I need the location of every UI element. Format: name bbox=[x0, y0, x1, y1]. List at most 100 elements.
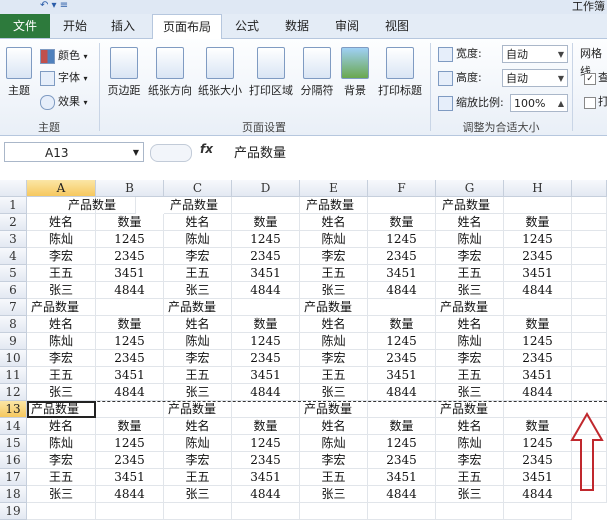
cell-b7[interactable] bbox=[96, 299, 164, 316]
cell-c14[interactable]: 姓名 bbox=[164, 418, 232, 435]
cell-c4[interactable]: 李宏 bbox=[164, 248, 232, 265]
orientation-button[interactable]: 纸张方向 bbox=[146, 47, 194, 98]
print-area-button[interactable]: 打印区域 bbox=[246, 47, 296, 98]
cell-f16[interactable]: 2345 bbox=[368, 452, 436, 469]
row-header-7[interactable]: 7 bbox=[0, 299, 27, 316]
cell-f13[interactable] bbox=[368, 401, 436, 418]
cell-e5[interactable]: 王五 bbox=[300, 265, 368, 282]
row-header-4[interactable]: 4 bbox=[0, 248, 27, 265]
scale-input[interactable]: 100% ▲ bbox=[510, 94, 568, 112]
cell-e17[interactable]: 王五 bbox=[300, 469, 368, 486]
cell-f6[interactable]: 4844 bbox=[368, 282, 436, 299]
cell-f11[interactable]: 3451 bbox=[368, 367, 436, 384]
cell-h10[interactable]: 2345 bbox=[504, 350, 572, 367]
cell-a8[interactable]: 姓名 bbox=[27, 316, 96, 333]
cell-e19[interactable] bbox=[300, 503, 368, 520]
cell-c5[interactable]: 王五 bbox=[164, 265, 232, 282]
effects-button[interactable]: 效果 ▾ bbox=[40, 93, 88, 111]
column-header-e[interactable]: E bbox=[300, 180, 368, 197]
cell-a3[interactable]: 陈灿 bbox=[27, 231, 96, 248]
cell-e7[interactable]: 产品数量 bbox=[300, 299, 368, 316]
cell-b10[interactable]: 2345 bbox=[96, 350, 164, 367]
row-header-11[interactable]: 11 bbox=[0, 367, 27, 384]
row-header-12[interactable]: 12 bbox=[0, 384, 27, 401]
cell-overflow[interactable] bbox=[572, 367, 607, 384]
cell-h7[interactable] bbox=[504, 299, 572, 316]
cell-h3[interactable]: 1245 bbox=[504, 231, 572, 248]
cell-a11[interactable]: 王五 bbox=[27, 367, 96, 384]
cell-g12[interactable]: 张三 bbox=[436, 384, 504, 401]
column-header-f[interactable]: F bbox=[368, 180, 436, 197]
cell-h4[interactable]: 2345 bbox=[504, 248, 572, 265]
height-select[interactable]: 自动 ▼ bbox=[502, 69, 568, 87]
cell-c9[interactable]: 陈灿 bbox=[164, 333, 232, 350]
cell-c15[interactable]: 陈灿 bbox=[164, 435, 232, 452]
row-header-13[interactable]: 13 bbox=[0, 401, 27, 418]
cell-b6[interactable]: 4844 bbox=[96, 282, 164, 299]
row-header-6[interactable]: 6 bbox=[0, 282, 27, 299]
cell-d6[interactable]: 4844 bbox=[232, 282, 300, 299]
cell-a14[interactable]: 姓名 bbox=[27, 418, 96, 435]
cell-a9[interactable]: 陈灿 bbox=[27, 333, 96, 350]
row-header-9[interactable]: 9 bbox=[0, 333, 27, 350]
cell-d5[interactable]: 3451 bbox=[232, 265, 300, 282]
cell-overflow[interactable] bbox=[572, 265, 607, 282]
cell-g15[interactable]: 陈灿 bbox=[436, 435, 504, 452]
row-header-17[interactable]: 17 bbox=[0, 469, 27, 486]
cell-d16[interactable]: 2345 bbox=[232, 452, 300, 469]
background-button[interactable]: 背景 bbox=[340, 47, 370, 98]
row-header-5[interactable]: 5 bbox=[0, 265, 27, 282]
tab-home[interactable]: 开始 bbox=[52, 14, 98, 38]
row-header-2[interactable]: 2 bbox=[0, 214, 27, 231]
cell-g17[interactable]: 王五 bbox=[436, 469, 504, 486]
cell-d10[interactable]: 2345 bbox=[232, 350, 300, 367]
tab-view[interactable]: 视图 bbox=[374, 14, 420, 38]
cell-c10[interactable]: 李宏 bbox=[164, 350, 232, 367]
cell-b11[interactable]: 3451 bbox=[96, 367, 164, 384]
cell-d13[interactable] bbox=[232, 401, 300, 418]
cell-g6[interactable]: 张三 bbox=[436, 282, 504, 299]
tab-review[interactable]: 审阅 bbox=[324, 14, 370, 38]
cell-g18[interactable]: 张三 bbox=[436, 486, 504, 503]
row-header-16[interactable]: 16 bbox=[0, 452, 27, 469]
gridlines-view-checkbox[interactable]: ✓ bbox=[584, 73, 596, 85]
cell-b9[interactable]: 1245 bbox=[96, 333, 164, 350]
cell-h2[interactable]: 数量 bbox=[504, 214, 572, 231]
size-button[interactable]: 纸张大小 bbox=[196, 47, 244, 98]
row-header-15[interactable]: 15 bbox=[0, 435, 27, 452]
cell-a6[interactable]: 张三 bbox=[27, 282, 96, 299]
cell-overflow[interactable] bbox=[572, 282, 607, 299]
column-header-h[interactable]: H bbox=[504, 180, 572, 197]
cell-h17[interactable]: 3451 bbox=[504, 469, 572, 486]
cell-h16[interactable]: 2345 bbox=[504, 452, 572, 469]
cell-b15[interactable]: 1245 bbox=[96, 435, 164, 452]
cell-f10[interactable]: 2345 bbox=[368, 350, 436, 367]
cell-d17[interactable]: 3451 bbox=[232, 469, 300, 486]
fonts-button[interactable]: 字体 ▾ bbox=[40, 69, 88, 87]
tab-formulas[interactable]: 公式 bbox=[224, 14, 270, 38]
cell-f18[interactable]: 4844 bbox=[368, 486, 436, 503]
cell-h18[interactable]: 4844 bbox=[504, 486, 572, 503]
row-header-10[interactable]: 10 bbox=[0, 350, 27, 367]
cell-e14[interactable]: 姓名 bbox=[300, 418, 368, 435]
row-header-19[interactable]: 19 bbox=[0, 503, 27, 520]
formula-bar-toggle[interactable] bbox=[150, 144, 192, 162]
cell-h13[interactable] bbox=[504, 401, 572, 418]
cell-e1[interactable]: 产品数量 bbox=[300, 197, 368, 214]
cell-b3[interactable]: 1245 bbox=[96, 231, 164, 248]
margins-button[interactable]: 页边距 bbox=[104, 47, 144, 98]
cell-c18[interactable]: 张三 bbox=[164, 486, 232, 503]
column-header-c[interactable]: C bbox=[164, 180, 232, 197]
cell-a12[interactable]: 张三 bbox=[27, 384, 96, 401]
cell-g11[interactable]: 王五 bbox=[436, 367, 504, 384]
insert-function-icon[interactable]: fx bbox=[200, 142, 213, 156]
cell-overflow[interactable] bbox=[572, 333, 607, 350]
row-header-3[interactable]: 3 bbox=[0, 231, 27, 248]
cell-g8[interactable]: 姓名 bbox=[436, 316, 504, 333]
cell-g5[interactable]: 王五 bbox=[436, 265, 504, 282]
cell-h5[interactable]: 3451 bbox=[504, 265, 572, 282]
cell-d1[interactable] bbox=[232, 197, 300, 214]
cell-b4[interactable]: 2345 bbox=[96, 248, 164, 265]
cell-f2[interactable]: 数量 bbox=[368, 214, 436, 231]
cell-c8[interactable]: 姓名 bbox=[164, 316, 232, 333]
